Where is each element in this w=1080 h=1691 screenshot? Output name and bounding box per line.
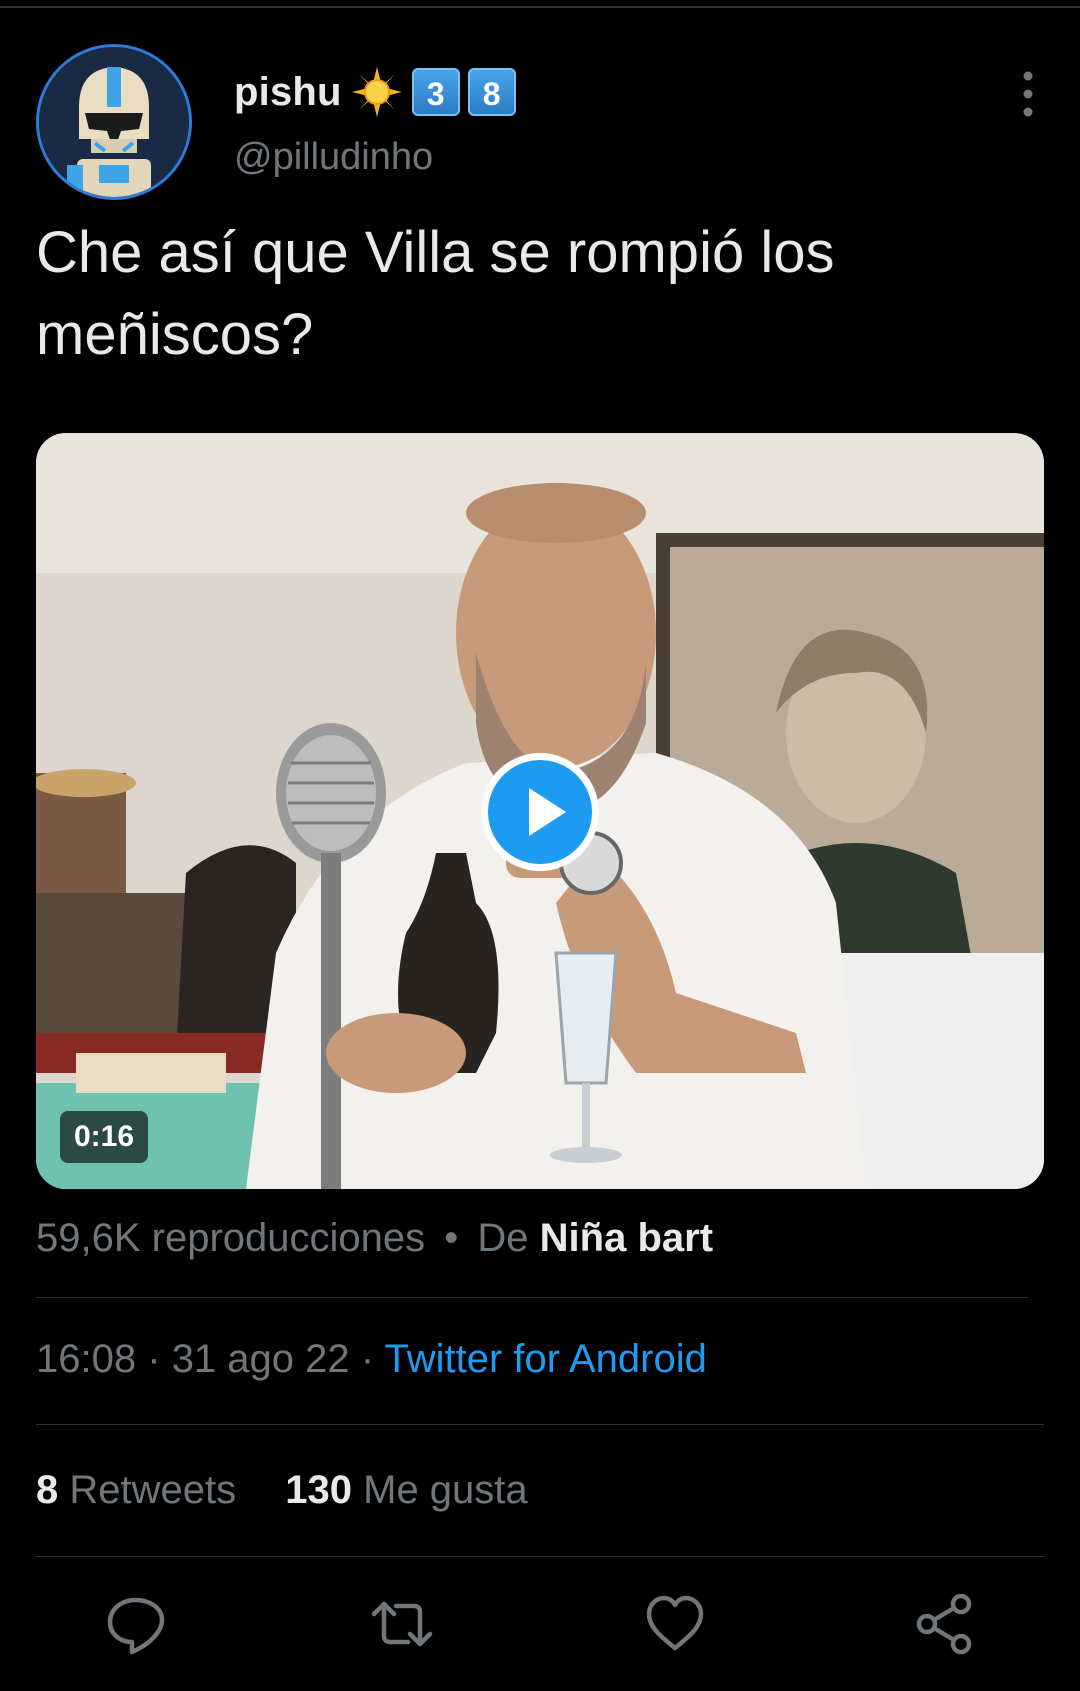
keycap-digit-badge: 8 <box>467 68 516 116</box>
play-button[interactable] <box>481 753 599 871</box>
tweet-time[interactable]: 16:08 <box>36 1337 136 1381</box>
author-name-row: pishu 3 8 <box>234 64 516 120</box>
action-bar <box>0 1592 1080 1672</box>
tweet-header: pishu 3 8 @pilludinho <box>36 44 1044 204</box>
divider <box>36 1556 1044 1557</box>
by-prefix: De <box>477 1216 529 1260</box>
likes-label: Me gusta <box>363 1468 528 1512</box>
author-handle[interactable]: @pilludinho <box>234 136 433 179</box>
share-icon[interactable] <box>913 1592 977 1656</box>
tweet-source-link[interactable]: Twitter for Android <box>384 1337 706 1381</box>
retweet-icon[interactable] <box>370 1592 434 1656</box>
views-row: 59,6K reproducciones • De Niña bart <box>36 1216 713 1261</box>
video-owner-name[interactable]: Niña bart <box>540 1216 713 1260</box>
likes-stat[interactable]: 130 Me gusta <box>285 1468 527 1512</box>
view-count: 59,6K reproducciones <box>36 1216 426 1260</box>
divider <box>36 1424 1044 1425</box>
timestamp-row: 16:08 · 31 ago 22 · Twitter for Android <box>36 1337 707 1382</box>
likes-count: 130 <box>285 1468 352 1512</box>
retweets-label: Retweets <box>69 1468 237 1512</box>
engagement-stats: 8 Retweets 130 Me gusta <box>36 1468 566 1513</box>
divider <box>36 1297 1028 1298</box>
avatar[interactable] <box>36 44 192 200</box>
display-name[interactable]: pishu <box>234 70 342 115</box>
video-duration: 0:16 <box>60 1111 149 1163</box>
more-vertical-icon[interactable] <box>1016 70 1040 118</box>
separator-dot: · <box>147 1337 161 1381</box>
sun-icon <box>351 67 402 117</box>
top-divider <box>0 6 1080 8</box>
video-player[interactable]: 0:16 <box>36 433 1044 1189</box>
separator-dot: · <box>360 1337 375 1381</box>
retweets-count: 8 <box>36 1468 59 1512</box>
play-icon <box>529 788 566 836</box>
tweet-text: Che así que Villa se rompió los meñiscos… <box>36 220 835 367</box>
reply-icon[interactable] <box>104 1592 168 1656</box>
retweets-stat[interactable]: 8 Retweets <box>36 1468 247 1512</box>
heart-icon[interactable] <box>643 1592 707 1656</box>
tweet-date[interactable]: 31 ago 22 <box>172 1337 350 1381</box>
separator-dot: • <box>444 1216 459 1260</box>
keycap-digit-badge: 3 <box>411 68 460 116</box>
